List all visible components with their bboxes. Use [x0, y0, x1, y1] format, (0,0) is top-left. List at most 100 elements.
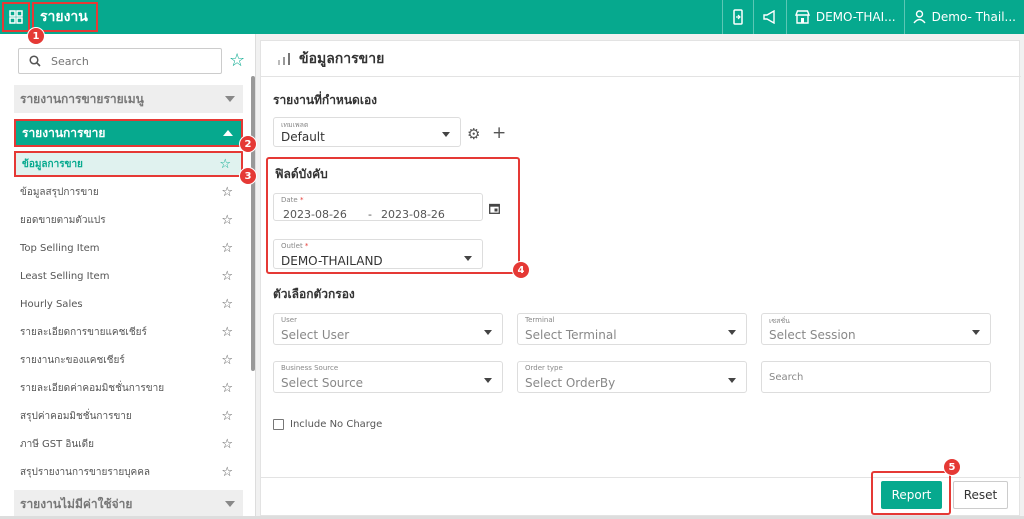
chevron-down-icon: [225, 96, 235, 102]
device-switch-button[interactable]: [721, 0, 753, 34]
menu-item-label: Least Selling Item: [20, 270, 110, 282]
section-no-charge-report[interactable]: รายงานไม่มีค่าใช้จ่าย: [14, 490, 243, 518]
caret-down-icon: [464, 256, 472, 261]
sidebar: ☆ รายงานการขายรายเมนู รายงานการขาย ข้อมู…: [0, 34, 256, 519]
user-name: Demo- Thail...: [931, 10, 1016, 24]
terminal-select[interactable]: Terminal Select Terminal: [517, 313, 747, 345]
menu-item-label: สรุปค่าคอมมิชชั่นการขาย: [20, 410, 132, 422]
menu-item-label: รายละเอียดค่าคอมมิชชั่นการขาย: [20, 382, 165, 394]
menu-item[interactable]: ข้อมูลสรุปการขาย ☆: [14, 179, 243, 205]
menu-item[interactable]: รายงานกะของแคชเชียร์ ☆: [14, 347, 243, 373]
field-label: Terminal: [525, 316, 555, 324]
chevron-up-icon: [223, 130, 233, 136]
order-type-select[interactable]: Order type Select OrderBy: [517, 361, 747, 393]
field-placeholder: Select OrderBy: [525, 376, 616, 390]
caret-down-icon: [972, 330, 980, 335]
outlet-selector[interactable]: DEMO-THAI...: [785, 0, 904, 34]
star-icon[interactable]: ☆: [221, 269, 233, 284]
settings-gear-icon[interactable]: ⚙: [467, 125, 480, 143]
include-no-charge-checkbox[interactable]: [273, 419, 284, 430]
report-button[interactable]: Report: [881, 481, 942, 509]
custom-report-label: รายงานที่กำหนดเอง: [273, 93, 378, 107]
field-label: เซสชั่น: [769, 317, 790, 325]
menu-item[interactable]: ยอดขายตามตัวแปร ☆: [14, 207, 243, 233]
field-placeholder: Select User: [281, 328, 350, 342]
caret-down-icon: [728, 330, 736, 335]
field-label: Order type: [525, 364, 563, 372]
star-icon[interactable]: ☆: [219, 157, 231, 172]
field-label: Business Source: [281, 364, 339, 372]
filter-options-label: ตัวเลือกตัวกรอง: [273, 287, 355, 301]
add-plus-icon[interactable]: +: [492, 123, 506, 143]
menu-item-label: ยอดขายตามตัวแปร: [20, 214, 106, 226]
date-separator: -: [368, 208, 372, 221]
field-value: DEMO-THAILAND: [281, 254, 383, 268]
user-select[interactable]: User Select User: [273, 313, 503, 345]
menu-item[interactable]: Top Selling Item ☆: [14, 235, 243, 261]
menu-item-label: ข้อมูลการขาย: [22, 158, 83, 170]
app-title: รายงาน: [32, 2, 98, 32]
session-select[interactable]: เซสชั่น Select Session: [761, 313, 991, 345]
section-sales-report[interactable]: รายงานการขาย: [14, 119, 243, 147]
date-range-picker[interactable]: Date * 2023-08-26 - 2023-08-26: [273, 193, 483, 221]
section-label: รายงานการขายรายเมนู: [20, 91, 144, 106]
menu-item[interactable]: รายละเอียดค่าคอมมิชชั่นการขาย ☆: [14, 375, 243, 401]
step-badge-1: 1: [27, 27, 45, 45]
menu-item[interactable]: ภาษี GST อินเดีย ☆: [14, 431, 243, 457]
star-icon[interactable]: ☆: [221, 437, 233, 452]
step-badge-3: 3: [239, 167, 257, 185]
menu-item-label: รายละเอียดการขายแคชเชียร์: [20, 326, 147, 338]
star-icon[interactable]: ☆: [221, 381, 233, 396]
field-label: Outlet *: [281, 242, 309, 250]
apps-grid-button[interactable]: [2, 2, 30, 32]
star-icon[interactable]: ☆: [221, 213, 233, 228]
outlet-select[interactable]: Outlet * DEMO-THAILAND: [273, 239, 483, 269]
step-badge-5: 5: [943, 458, 961, 476]
sidebar-scrollbar[interactable]: [251, 76, 255, 371]
menu-item[interactable]: สรุปค่าคอมมิชชั่นการขาย ☆: [14, 403, 243, 429]
field-label: Date *: [281, 196, 304, 204]
menu-item[interactable]: รายละเอียดการขายแคชเชียร์ ☆: [14, 319, 243, 345]
star-icon[interactable]: ☆: [221, 409, 233, 424]
menu-item[interactable]: Least Selling Item ☆: [14, 263, 243, 289]
search-input[interactable]: [51, 54, 201, 68]
user-menu[interactable]: Demo- Thail...: [903, 0, 1024, 34]
main-panel: ข้อมูลการขาย รายงานที่กำหนดเอง เทมเพลต D…: [260, 40, 1021, 516]
reset-button[interactable]: Reset: [953, 481, 1008, 509]
calendar-icon[interactable]: [489, 203, 500, 214]
field-label: User: [281, 316, 297, 324]
star-icon[interactable]: ☆: [221, 185, 233, 200]
star-icon[interactable]: ☆: [221, 353, 233, 368]
field-placeholder: Select Source: [281, 376, 364, 390]
report-header: ข้อมูลการขาย: [261, 41, 1021, 77]
star-icon[interactable]: ☆: [221, 297, 233, 312]
include-no-charge-label: Include No Charge: [290, 419, 383, 430]
top-bar: รายงาน DEMO-THAI... Demo- Thail...: [0, 0, 1024, 34]
caret-down-icon: [442, 132, 450, 137]
date-end: 2023-08-26: [381, 208, 445, 221]
template-select[interactable]: เทมเพลต Default: [273, 117, 461, 147]
caret-down-icon: [484, 330, 492, 335]
announcement-button[interactable]: [752, 0, 786, 34]
section-menu-sales-report[interactable]: รายงานการขายรายเมนู: [14, 85, 243, 113]
menu-item-sales-data[interactable]: ข้อมูลการขาย ☆: [14, 151, 243, 177]
store-icon: [794, 10, 810, 24]
menu-item[interactable]: Hourly Sales ☆: [14, 291, 243, 317]
section-label: รายงานไม่มีค่าใช้จ่าย: [20, 496, 133, 511]
star-icon[interactable]: ☆: [221, 241, 233, 256]
menu-item[interactable]: สรุปรายงานการขายรายบุคคล ☆: [14, 459, 243, 485]
field-placeholder: Search: [769, 372, 804, 383]
star-icon[interactable]: ☆: [221, 465, 233, 480]
sidebar-search[interactable]: [18, 48, 222, 74]
filter-search-input[interactable]: Search: [761, 361, 991, 393]
menu-item-label: Hourly Sales: [20, 298, 83, 310]
business-source-select[interactable]: Business Source Select Source: [273, 361, 503, 393]
favorites-star-icon[interactable]: ☆: [229, 50, 245, 71]
menu-item-label: ข้อมูลสรุปการขาย: [20, 186, 99, 198]
step-badge-4: 4: [512, 261, 530, 279]
star-icon[interactable]: ☆: [221, 325, 233, 340]
menu-item-label: ภาษี GST อินเดีย: [20, 438, 94, 450]
caret-down-icon: [484, 378, 492, 383]
caret-down-icon: [728, 378, 736, 383]
menu-item-label: สรุปรายงานการขายรายบุคคล: [20, 466, 151, 478]
